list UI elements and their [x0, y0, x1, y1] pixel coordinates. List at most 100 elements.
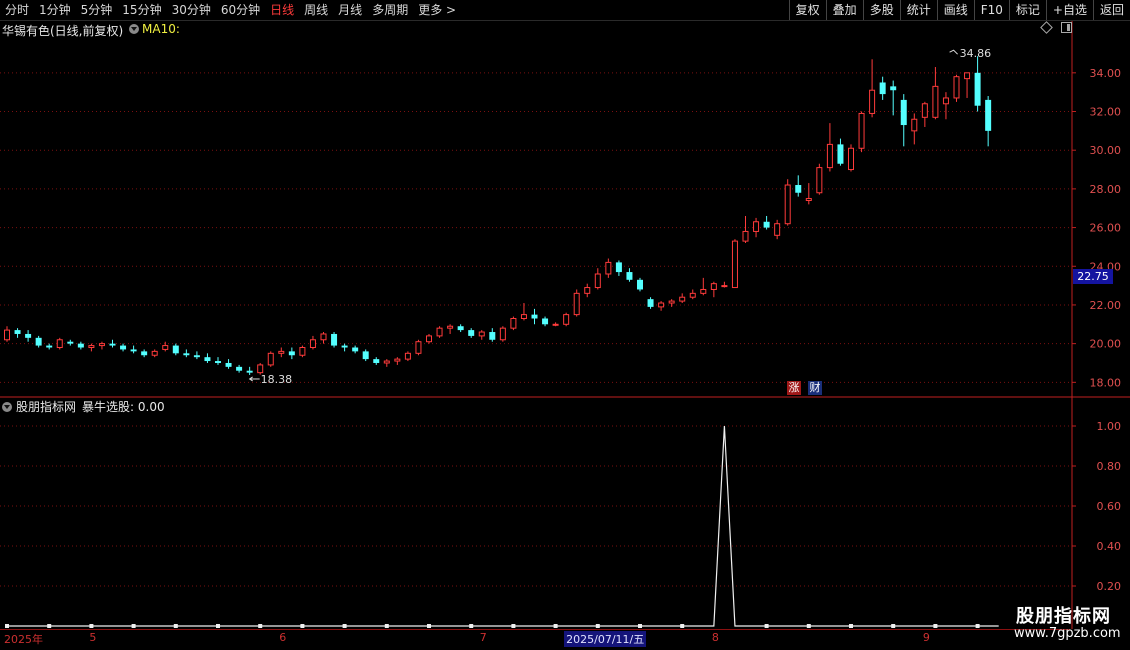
- candle-body: [267, 352, 274, 366]
- indicator-point: [806, 624, 811, 628]
- candle-body: [204, 357, 211, 362]
- function-button-6[interactable]: 标记: [1008, 0, 1046, 20]
- function-button-7[interactable]: +自选: [1045, 0, 1093, 20]
- dropdown-circle-icon[interactable]: [2, 401, 12, 412]
- candle-body: [784, 184, 791, 225]
- candle-body: [436, 327, 443, 337]
- function-button-4[interactable]: 画线: [936, 0, 974, 20]
- candle-body: [193, 355, 200, 358]
- function-button-2[interactable]: 多股: [862, 0, 900, 20]
- candle-body: [225, 362, 232, 367]
- candle-body: [299, 347, 306, 356]
- dropdown-circle-icon[interactable]: [129, 24, 139, 34]
- indicator-point: [258, 624, 263, 628]
- candle-body: [309, 339, 316, 349]
- candle-body: [552, 323, 559, 326]
- period-tab-3[interactable]: 15分钟: [117, 0, 166, 20]
- period-tab-0[interactable]: 分时: [0, 0, 34, 20]
- candle-body: [531, 314, 538, 319]
- period-tab-4[interactable]: 30分钟: [167, 0, 216, 20]
- period-tab-7[interactable]: 周线: [299, 0, 333, 20]
- zhang-badge[interactable]: 涨: [787, 381, 801, 395]
- panel-toggle-icon[interactable]: [1061, 22, 1072, 33]
- candle-body: [647, 299, 654, 307]
- indicator-point: [595, 624, 600, 628]
- function-button-1[interactable]: 叠加: [825, 0, 863, 20]
- candle-body: [742, 230, 749, 242]
- kline-chart[interactable]: 18.0020.0022.0024.0026.0028.0030.0032.00…: [0, 21, 1130, 631]
- stock-title: 华锡有色(日线,前复权): [2, 24, 124, 38]
- function-button-0[interactable]: 复权: [788, 0, 826, 20]
- indicator-point: [427, 624, 431, 628]
- candle-body: [805, 198, 812, 201]
- candle-body: [35, 337, 42, 346]
- period-tab-5[interactable]: 60分钟: [216, 0, 265, 20]
- candle-body: [837, 144, 844, 164]
- candle-body: [46, 345, 53, 348]
- candle-body: [25, 333, 32, 338]
- site-watermark: 股朋指标网 www.7gpzb.com: [1010, 600, 1130, 650]
- function-button-5[interactable]: F10: [973, 0, 1009, 20]
- candle-body: [362, 351, 369, 360]
- period-tab-2[interactable]: 5分钟: [76, 0, 118, 20]
- watermark-title: 股朋指标网: [1016, 606, 1111, 627]
- candle-body: [858, 112, 865, 149]
- indicator-point: [849, 624, 853, 628]
- high-marker-arrow: [949, 49, 958, 55]
- candle-body: [67, 341, 74, 344]
- candle-body: [236, 366, 243, 371]
- candle-body: [56, 339, 63, 349]
- indicator-point: [553, 624, 558, 628]
- candle-body: [415, 341, 422, 354]
- price-tick-label: 26.00: [1090, 222, 1122, 235]
- period-tab-9[interactable]: 多周期: [367, 0, 413, 20]
- candle-body: [257, 364, 264, 374]
- candle-body: [584, 287, 591, 294]
- candle-body: [679, 296, 686, 302]
- indicator-point: [216, 624, 220, 628]
- candle-body: [615, 262, 622, 273]
- candle-body: [774, 223, 781, 236]
- period-tab-8[interactable]: 月线: [333, 0, 367, 20]
- candle-body: [869, 89, 876, 114]
- diamond-icon[interactable]: [1040, 21, 1053, 34]
- price-tick-label: 22.00: [1090, 299, 1122, 312]
- candle-body: [974, 72, 981, 106]
- indicator-point: [173, 624, 178, 628]
- ma-indicator-label[interactable]: MA10:: [129, 22, 180, 36]
- candle-body: [130, 349, 137, 352]
- candle-body: [278, 350, 285, 354]
- candle-body: [700, 288, 707, 294]
- indicator-line: [7, 425, 999, 627]
- period-tab-10[interactable]: 更多 >: [413, 0, 461, 20]
- indicator-tick-label: 0.20: [1097, 580, 1122, 593]
- ma-label-text: MA10:: [142, 22, 180, 36]
- indicator-point: [764, 624, 769, 628]
- candle-body: [246, 370, 253, 373]
- period-tabs: 分时 1分钟 5分钟 15分钟 30分钟 60分钟 日线 周线 月线 多周期 更多 >: [0, 0, 461, 20]
- candle-body: [352, 347, 359, 352]
- period-tab-6[interactable]: 日线: [265, 0, 299, 20]
- function-buttons: 复权 叠加 多股 统计 画线 F10 标记 +自选 返回: [788, 0, 1130, 20]
- candle-body: [921, 103, 928, 118]
- candle-body: [499, 327, 506, 341]
- candle-body: [457, 326, 464, 331]
- price-tick-label: 20.00: [1090, 338, 1122, 351]
- price-tick-label: 30.00: [1090, 144, 1122, 157]
- candle-body: [985, 99, 992, 131]
- cai-badge[interactable]: 财: [808, 381, 822, 395]
- candle-body: [468, 330, 475, 336]
- indicator-point: [469, 624, 474, 628]
- function-button-8[interactable]: 返回: [1092, 0, 1130, 20]
- candle-body: [890, 86, 897, 91]
- candle-body: [731, 240, 738, 289]
- date-axis-label: 2025年: [4, 633, 43, 646]
- candle-body: [447, 325, 454, 329]
- function-button-3[interactable]: 统计: [899, 0, 937, 20]
- candle-body: [826, 143, 833, 169]
- indicator-point: [300, 624, 305, 628]
- indicator-point: [47, 624, 52, 628]
- price-tick-label: 34.00: [1090, 67, 1122, 80]
- candle-body: [637, 279, 643, 290]
- period-tab-1[interactable]: 1分钟: [34, 0, 76, 20]
